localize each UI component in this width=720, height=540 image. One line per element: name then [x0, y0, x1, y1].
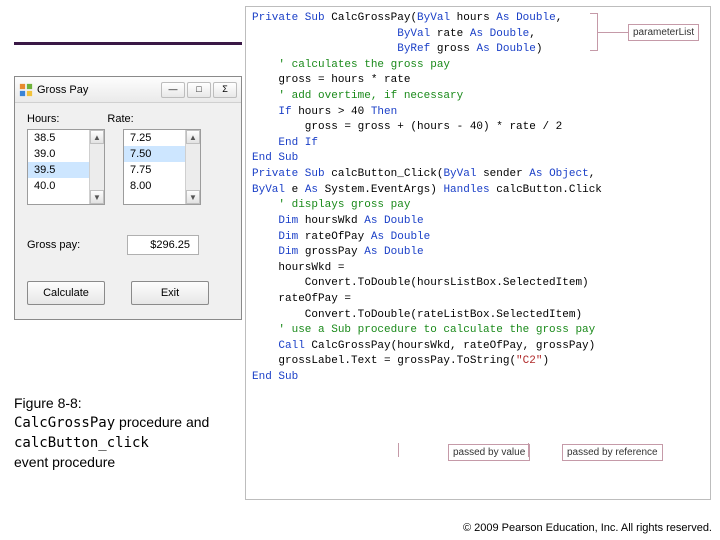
- hours-items: 38.5 39.0 39.5 40.0: [28, 130, 89, 204]
- paramlist-line: [598, 32, 628, 33]
- paramlist-brace: [590, 13, 598, 51]
- minimize-button[interactable]: —: [161, 82, 185, 98]
- window-titlebar: Gross Pay — □ Σ: [15, 77, 241, 103]
- callout-byref: passed by reference: [562, 444, 663, 461]
- app-icon: [19, 83, 33, 97]
- hours-listbox[interactable]: 38.5 39.0 39.5 40.0 ▲ ▼: [27, 129, 105, 205]
- gross-pay-window: Gross Pay — □ Σ Hours: Rate: 38.5 39.0 3…: [14, 76, 242, 320]
- hours-label: Hours:: [27, 113, 59, 125]
- caption-text-2: event procedure: [14, 454, 115, 470]
- scroll-up-button[interactable]: ▲: [186, 130, 200, 144]
- exit-button[interactable]: Exit: [131, 281, 209, 305]
- scroll-down-button[interactable]: ▼: [90, 190, 104, 204]
- code-panel: Private Sub CalcGrossPay(ByVal hours As …: [245, 6, 711, 500]
- byref-line: [528, 443, 529, 457]
- minimize-icon: —: [169, 85, 178, 94]
- rate-items: 7.25 7.50 7.75 8.00: [124, 130, 185, 204]
- rate-listbox[interactable]: 7.25 7.50 7.75 8.00 ▲ ▼: [123, 129, 201, 205]
- scrollbar[interactable]: ▲ ▼: [89, 130, 104, 204]
- callout-byval: passed by value: [448, 444, 530, 461]
- scroll-up-button[interactable]: ▲: [90, 130, 104, 144]
- byval-line: [398, 443, 399, 457]
- listboxes: 38.5 39.0 39.5 40.0 ▲ ▼ 7.25 7.50 7.75 8…: [27, 129, 229, 205]
- chevron-up-icon: ▲: [93, 133, 101, 142]
- horizontal-rule: [14, 42, 242, 45]
- list-item[interactable]: 38.5: [28, 130, 89, 146]
- list-item[interactable]: 8.00: [124, 178, 185, 194]
- list-item[interactable]: 7.75: [124, 162, 185, 178]
- close-icon: Σ: [222, 85, 228, 94]
- figure-caption: Figure 8-8: CalcGrossPay procedure and c…: [14, 394, 244, 472]
- footer-copyright: © 2009 Pearson Education, Inc. All right…: [0, 522, 720, 534]
- form-body: Hours: Rate: 38.5 39.0 39.5 40.0 ▲ ▼ 7.2…: [15, 103, 241, 319]
- chevron-down-icon: ▼: [189, 193, 197, 202]
- gross-pay-value: $296.25: [127, 235, 199, 255]
- list-labels: Hours: Rate:: [27, 113, 229, 125]
- close-button[interactable]: Σ: [213, 82, 237, 98]
- button-row: Calculate Exit: [27, 281, 229, 305]
- list-item[interactable]: 39.5: [28, 162, 89, 178]
- gross-pay-row: Gross pay: $296.25: [27, 235, 229, 255]
- list-item[interactable]: 7.25: [124, 130, 185, 146]
- scroll-down-button[interactable]: ▼: [186, 190, 200, 204]
- window-buttons: — □ Σ: [161, 82, 237, 98]
- caption-mono-1: CalcGrossPay: [14, 415, 115, 431]
- list-item[interactable]: 40.0: [28, 178, 89, 194]
- maximize-icon: □: [196, 85, 201, 94]
- window-title: Gross Pay: [37, 84, 157, 96]
- chevron-up-icon: ▲: [189, 133, 197, 142]
- chevron-down-icon: ▼: [93, 193, 101, 202]
- list-item[interactable]: 39.0: [28, 146, 89, 162]
- caption-mono-2: calcButton_click: [14, 435, 149, 451]
- list-item[interactable]: 7.50: [124, 146, 185, 162]
- maximize-button[interactable]: □: [187, 82, 211, 98]
- rate-label: Rate:: [107, 113, 133, 125]
- gross-pay-label: Gross pay:: [27, 239, 107, 251]
- caption-text-1: procedure and: [115, 414, 209, 430]
- callout-parameterlist: parameterList: [628, 24, 699, 41]
- scrollbar[interactable]: ▲ ▼: [185, 130, 200, 204]
- calculate-button[interactable]: Calculate: [27, 281, 105, 305]
- figure-number: Figure 8-8:: [14, 395, 82, 411]
